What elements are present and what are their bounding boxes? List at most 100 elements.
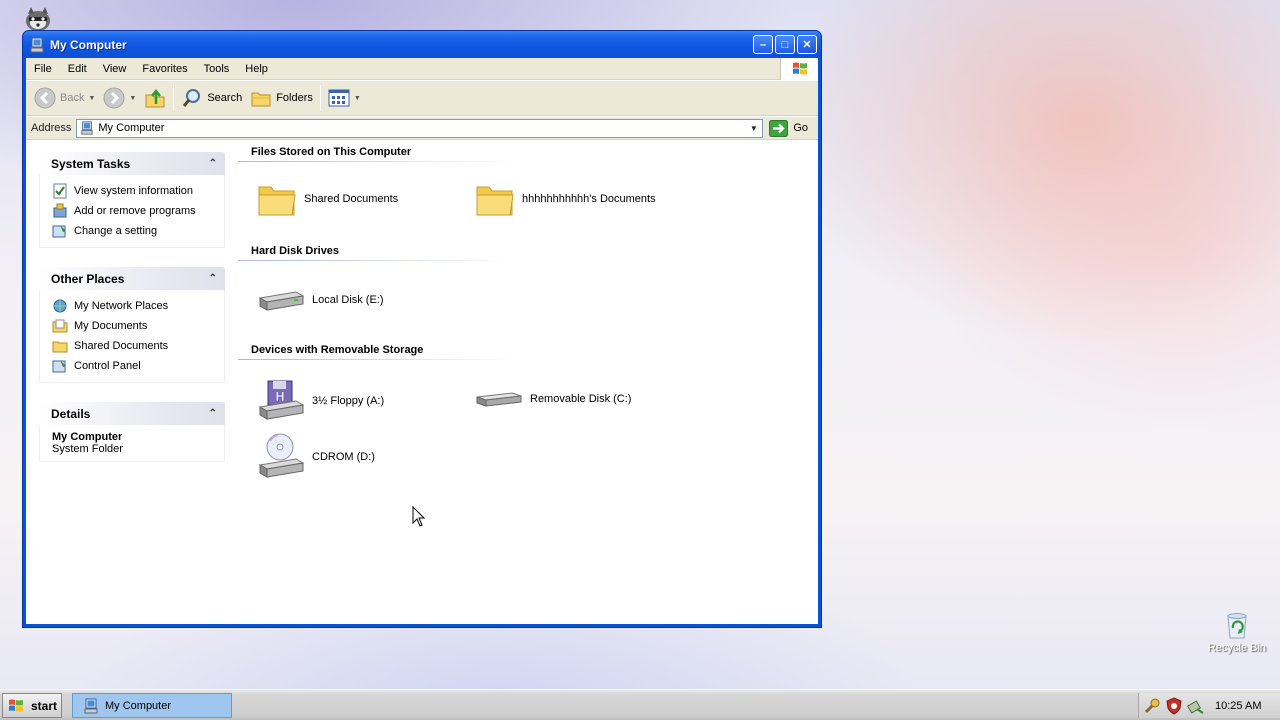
search-label: Search bbox=[207, 92, 243, 104]
back-button[interactable]: Back ▼ bbox=[30, 83, 99, 113]
views-dropdown-icon[interactable]: ▼ bbox=[354, 95, 361, 102]
go-label: Go bbox=[793, 122, 809, 134]
task-view-system-information[interactable]: View system information bbox=[52, 181, 224, 201]
menu-help[interactable]: Help bbox=[237, 63, 276, 75]
drive-removable-c[interactable]: Removable Disk (C:) bbox=[474, 379, 631, 419]
system-tasks-title: System Tasks bbox=[51, 156, 131, 171]
taskbar-button-my-computer[interactable]: My Computer bbox=[72, 693, 232, 718]
menu-favorites[interactable]: Favorites bbox=[134, 63, 195, 75]
cdrom-drive-icon bbox=[258, 433, 305, 478]
address-input[interactable]: My Computer ▼ bbox=[76, 118, 764, 138]
tray-security-shield-icon[interactable] bbox=[1165, 696, 1183, 715]
group-header-hdd: Hard Disk Drives bbox=[238, 245, 516, 261]
window-client-area: File Edit View Favorites Tools Help Back… bbox=[26, 58, 818, 624]
back-dropdown-icon[interactable]: ▼ bbox=[88, 95, 95, 102]
content-area: Files Stored on This Computer Shared Doc… bbox=[238, 141, 818, 624]
menu-edit[interactable]: Edit bbox=[60, 63, 95, 75]
folder-shared-documents[interactable]: Shared Documents bbox=[256, 179, 398, 219]
folder-icon bbox=[476, 186, 514, 216]
clock[interactable]: 10:25 AM bbox=[1215, 700, 1261, 712]
standard-toolbar: Back ▼ ▼ Search Folders ▼ bbox=[26, 81, 818, 116]
address-value: My Computer bbox=[98, 122, 165, 134]
place-my-network-places[interactable]: My Network Places bbox=[52, 296, 224, 316]
item-label: 3½ Floppy (A:) bbox=[312, 395, 385, 407]
forward-dropdown-icon[interactable]: ▼ bbox=[129, 95, 136, 102]
place-my-documents[interactable]: My Documents bbox=[52, 316, 224, 336]
drive-cdrom-d[interactable]: CDROM (D:) bbox=[256, 433, 375, 481]
my-computer-icon bbox=[30, 37, 44, 52]
system-tray: 10:25 AM bbox=[1138, 693, 1280, 718]
menu-bar: File Edit View Favorites Tools Help bbox=[26, 58, 818, 80]
drive-local-disk-e[interactable]: Local Disk (E:) bbox=[256, 280, 384, 320]
drive-floppy-a[interactable]: H 3½ Floppy (A:) bbox=[256, 379, 384, 423]
network-places-icon bbox=[53, 299, 67, 313]
folders-button[interactable]: Folders bbox=[246, 83, 317, 113]
removable-disk-icon bbox=[476, 392, 522, 407]
place-label: My Network Places bbox=[74, 300, 169, 312]
my-computer-window[interactable]: My Computer – □ ✕ File Edit View Favorit… bbox=[22, 30, 822, 628]
place-shared-documents[interactable]: Shared Documents bbox=[52, 336, 224, 356]
taskbar-button-label: My Computer bbox=[105, 699, 172, 712]
details-title: Details bbox=[51, 406, 91, 421]
back-arrow-icon bbox=[34, 87, 56, 109]
folder-user-documents[interactable]: hhhhhhhhhhh's Documents bbox=[474, 179, 656, 219]
control-panel-icon bbox=[52, 225, 66, 238]
search-button[interactable]: Search bbox=[177, 83, 246, 113]
group-header-files: Files Stored on This Computer bbox=[238, 146, 516, 162]
minimize-button[interactable]: – bbox=[753, 35, 773, 54]
my-computer-icon bbox=[81, 121, 94, 135]
menu-view[interactable]: View bbox=[95, 63, 135, 75]
task-change-setting[interactable]: Change a setting bbox=[52, 221, 224, 241]
address-dropdown-icon[interactable]: ▼ bbox=[745, 120, 762, 137]
desktop-raccoon-icon[interactable] bbox=[22, 4, 54, 32]
collapse-chevron-icon[interactable]: ⌃ bbox=[209, 273, 217, 284]
up-folder-button[interactable] bbox=[140, 83, 170, 113]
toolbar-separator bbox=[319, 85, 321, 111]
tray-safely-remove-hardware-icon[interactable] bbox=[1187, 697, 1205, 715]
system-tasks-header[interactable]: System Tasks ⌃ bbox=[39, 152, 225, 175]
menu-file[interactable]: File bbox=[26, 63, 60, 75]
minimize-icon: – bbox=[759, 38, 767, 51]
collapse-chevron-icon[interactable]: ⌃ bbox=[209, 408, 217, 419]
group-header-removable: Devices with Removable Storage bbox=[238, 344, 516, 360]
recycle-bin-label: Recycle Bin bbox=[1207, 642, 1267, 654]
close-button[interactable]: ✕ bbox=[797, 35, 817, 54]
tray-tools-icon[interactable] bbox=[1143, 697, 1161, 715]
other-places-title: Other Places bbox=[51, 271, 125, 286]
task-add-remove-programs[interactable]: Add or remove programs bbox=[52, 201, 224, 221]
details-header[interactable]: Details ⌃ bbox=[39, 402, 225, 425]
place-label: Shared Documents bbox=[74, 340, 169, 352]
back-label: Back bbox=[60, 92, 85, 104]
task-label: Change a setting bbox=[74, 225, 158, 237]
go-button[interactable]: Go bbox=[769, 119, 809, 137]
place-control-panel[interactable]: Control Panel bbox=[52, 356, 224, 376]
details-name: My Computer bbox=[52, 431, 123, 443]
details-panel: Details ⌃ My Computer System Folder bbox=[39, 402, 225, 462]
other-places-header[interactable]: Other Places ⌃ bbox=[39, 267, 225, 290]
collapse-chevron-icon[interactable]: ⌃ bbox=[209, 158, 217, 169]
control-panel-icon bbox=[52, 360, 66, 373]
item-label: hhhhhhhhhhh's Documents bbox=[522, 193, 656, 205]
menu-tools[interactable]: Tools bbox=[196, 63, 238, 75]
task-pane: System Tasks ⌃ View system information A… bbox=[26, 141, 236, 624]
shared-folder-icon bbox=[52, 341, 68, 353]
views-button[interactable]: ▼ bbox=[324, 83, 365, 113]
toolbar-separator bbox=[173, 85, 175, 111]
close-icon: ✕ bbox=[802, 39, 812, 51]
taskbar: start My Computer 10:25 AM bbox=[0, 689, 1280, 720]
recycle-bin-shortcut[interactable]: Recycle Bin bbox=[1206, 610, 1268, 654]
folders-icon bbox=[251, 92, 271, 107]
floppy-drive-icon: H bbox=[258, 380, 305, 420]
folders-label: Folders bbox=[276, 92, 313, 104]
forward-button[interactable]: ▼ bbox=[99, 83, 140, 113]
task-label: Add or remove programs bbox=[74, 205, 196, 217]
window-title: My Computer bbox=[50, 37, 127, 52]
windows-flag-icon bbox=[9, 699, 23, 711]
place-label: My Documents bbox=[74, 320, 148, 332]
maximize-icon: □ bbox=[781, 38, 789, 51]
maximize-button[interactable]: □ bbox=[775, 35, 795, 54]
start-button[interactable]: start bbox=[2, 693, 62, 718]
up-folder-icon bbox=[145, 88, 165, 108]
windows-flag-icon bbox=[780, 58, 818, 80]
title-bar[interactable]: My Computer – □ ✕ bbox=[23, 31, 821, 58]
